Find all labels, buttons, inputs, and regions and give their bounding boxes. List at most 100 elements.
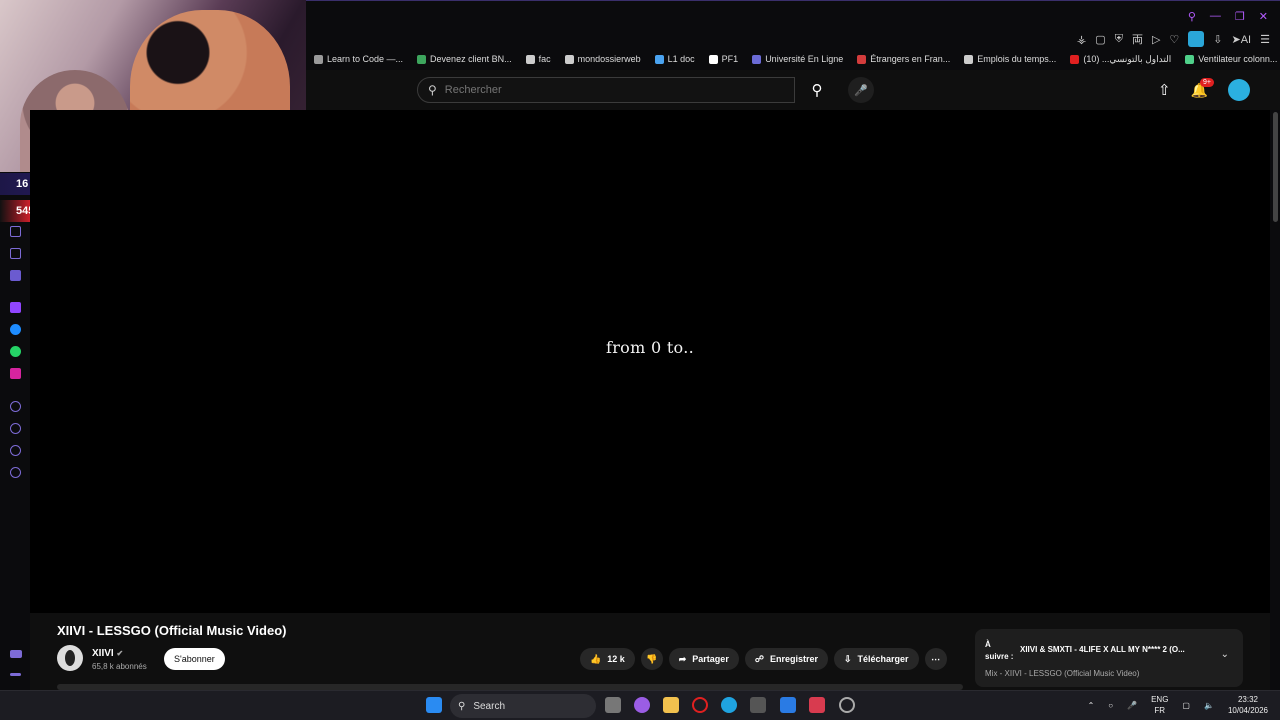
settings-icon[interactable]: [10, 467, 21, 478]
upload-icon[interactable]: ⇧: [1158, 81, 1171, 99]
bookmark-icon: ☍: [754, 653, 764, 664]
screen: ⚲ — ❐ ✕ ⚶ ▢ ⛨ 両 ▷ ♡ ⇩ ➤AI ☰ Learn to Cod…: [0, 0, 1280, 720]
bookmark-item[interactable]: Étrangers en Fran...: [857, 54, 950, 64]
like-button[interactable]: 👍 12 k: [580, 648, 635, 670]
up-next-label: À suivre :: [985, 640, 1014, 661]
search-input[interactable]: [444, 84, 745, 96]
more-icon[interactable]: [10, 673, 21, 676]
snapshot-icon[interactable]: ▢: [1095, 33, 1105, 46]
history-icon[interactable]: [10, 423, 21, 434]
network-icon[interactable]: ○: [1108, 701, 1113, 710]
bookmark-item[interactable]: Learn to Code —...: [314, 54, 403, 64]
menu-icon[interactable]: ☰: [1260, 33, 1270, 46]
extension-icon[interactable]: [1188, 31, 1205, 47]
twitch-icon[interactable]: [10, 302, 21, 313]
mic-icon[interactable]: 🎤: [1127, 701, 1137, 710]
bookmark-item[interactable]: التداول بالتونسي... (10): [1070, 54, 1171, 65]
bookmark-label: التداول بالتونسي... (10): [1083, 53, 1172, 64]
account-avatar[interactable]: [1228, 79, 1250, 101]
translate-icon[interactable]: 両: [1132, 31, 1143, 47]
voice-search-button[interactable]: 🎤: [848, 77, 874, 103]
restore-icon[interactable]: ❐: [1235, 10, 1245, 23]
whatsapp-icon[interactable]: [10, 346, 21, 357]
share-button[interactable]: ➦ Partager: [668, 648, 739, 670]
channel-name-text: XIIVI: [92, 648, 114, 659]
up-next-subtitle: Mix - XIIVI - LESSGO (Official Music Vid…: [985, 669, 1140, 678]
bookmark-item[interactable]: mondossierweb: [564, 54, 641, 64]
clock[interactable]: 23:32 10/04/2026: [1228, 694, 1268, 716]
page-scrollbar[interactable]: [1270, 110, 1280, 690]
bookmark-item[interactable]: PF1: [708, 54, 738, 64]
bookmark-item[interactable]: L1 doc: [654, 54, 695, 64]
subscribers-current: 16: [16, 178, 29, 190]
bookmark-label: Université En Ligne: [765, 54, 844, 64]
search-button[interactable]: ⚲: [795, 77, 839, 103]
pinboard-icon[interactable]: [10, 248, 21, 259]
opera-gx-icon[interactable]: [692, 697, 708, 713]
shield-icon[interactable]: ⛨: [1115, 33, 1123, 46]
download-icon: ⇩: [843, 653, 852, 664]
download-button[interactable]: ⇩ Télécharger: [833, 648, 919, 670]
flag-icon: [857, 54, 867, 64]
system-tray: ⌃ ○ 🎤 ENG FR ▢ 🔈 23:32 10/04/2026: [1088, 694, 1268, 716]
player-icon[interactable]: [10, 401, 21, 412]
taskbar-search[interactable]: ⚲ Search: [450, 694, 596, 718]
notifications-button[interactable]: 🔔 9+: [1191, 77, 1214, 99]
store-icon[interactable]: [750, 697, 766, 713]
save-button[interactable]: ☍ Enregistrer: [744, 648, 828, 670]
instagram-icon[interactable]: [10, 368, 21, 379]
play-icon[interactable]: ▷: [1152, 33, 1160, 46]
video-player[interactable]: from 0 to..: [30, 110, 1270, 613]
app-icon[interactable]: [809, 697, 825, 713]
task-view-icon[interactable]: [605, 697, 621, 713]
search-icon[interactable]: ⚲: [1188, 10, 1196, 23]
search-icon: ⚲: [811, 82, 823, 99]
start-icon[interactable]: [426, 697, 442, 713]
chevron-down-icon[interactable]: ⌄: [1221, 649, 1229, 660]
more-actions-button[interactable]: ⋯: [924, 648, 947, 670]
volume-icon[interactable]: 🔈: [1204, 701, 1214, 710]
messenger-m-icon[interactable]: [10, 270, 21, 281]
page-icon: [525, 54, 535, 64]
bookmark-item[interactable]: Devenez client BN...: [417, 54, 512, 64]
dislike-button[interactable]: 👎: [640, 648, 663, 670]
channel-name[interactable]: XIIVI ✔: [92, 648, 123, 659]
edge-icon[interactable]: [721, 697, 737, 713]
bookmark-item[interactable]: Université En Ligne: [752, 54, 843, 64]
leaf-icon: [1185, 54, 1195, 64]
download-icon[interactable]: ⇩: [1213, 33, 1222, 46]
bookmark-label: Learn to Code —...: [327, 54, 404, 64]
aria-icon[interactable]: [10, 226, 21, 237]
clock-date: 10/04/2026: [1227, 706, 1268, 715]
scrollbar-thumb[interactable]: [1273, 112, 1278, 222]
pin-icon[interactable]: ⚶: [1077, 33, 1086, 46]
cloud-icon: [654, 54, 664, 64]
display-icon[interactable]: ▢: [1182, 701, 1190, 710]
language-indicator[interactable]: ENG FR: [1151, 694, 1168, 716]
subscribe-button[interactable]: S'abonner: [164, 648, 225, 670]
search-box[interactable]: ⚲: [417, 77, 795, 103]
gx-control-icon[interactable]: [10, 650, 22, 658]
settings-icon[interactable]: [839, 697, 855, 713]
browser-sidebar: [0, 222, 30, 687]
dots-icon: [752, 54, 762, 64]
minimize-icon[interactable]: —: [1210, 10, 1221, 23]
channel-avatar[interactable]: [57, 645, 83, 671]
extensions-icon[interactable]: [10, 445, 21, 456]
messenger-icon[interactable]: [10, 324, 21, 335]
up-next-card[interactable]: À suivre : XIIVI & SMXTI - 4LIFE X ALL M…: [975, 629, 1243, 687]
ai-icon[interactable]: ➤AI: [1232, 33, 1252, 46]
bookmark-label: Emplois du temps...: [977, 54, 1057, 64]
bookmark-item[interactable]: Emplois du temps...: [964, 54, 1056, 64]
bookmark-item[interactable]: Ventilateur colonn...: [1185, 54, 1277, 64]
heart-icon[interactable]: ♡: [1169, 33, 1179, 46]
bookmark-item[interactable]: fac: [525, 54, 551, 64]
copilot-icon[interactable]: [634, 697, 650, 713]
close-icon[interactable]: ✕: [1259, 10, 1268, 23]
verified-icon: ✔: [116, 649, 124, 658]
file-explorer-icon[interactable]: [663, 697, 679, 713]
notification-badge: 9+: [1200, 77, 1214, 87]
chevron-up-icon[interactable]: ⌃: [1088, 701, 1095, 710]
bookmark-label: Devenez client BN...: [430, 54, 512, 64]
mail-icon[interactable]: [780, 697, 796, 713]
